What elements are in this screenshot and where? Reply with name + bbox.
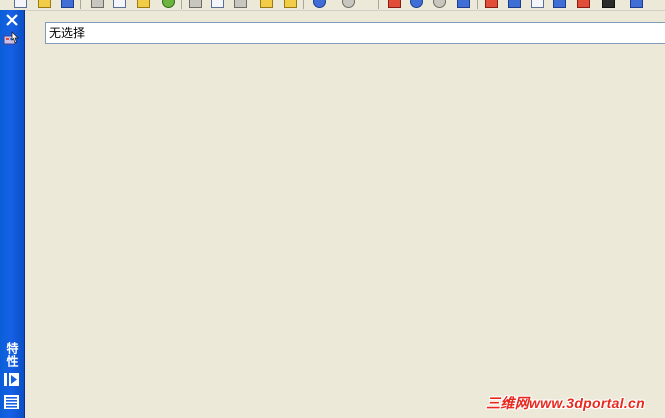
pan-icon[interactable] — [388, 0, 401, 8]
toolbar-separator — [303, 0, 304, 9]
toolbar-separator — [378, 0, 379, 9]
design-center-icon[interactable] — [485, 0, 498, 8]
save-icon[interactable] — [61, 0, 74, 8]
publish-icon[interactable] — [137, 0, 150, 8]
selection-value: 无选择 — [49, 26, 86, 40]
preview-icon[interactable] — [113, 0, 126, 8]
toolbar-separator — [181, 0, 182, 9]
standard-toolbar — [0, 0, 665, 11]
sheet-set-icon[interactable] — [531, 0, 544, 8]
markup-manager-icon[interactable] — [577, 0, 590, 8]
properties-menu-button[interactable] — [3, 394, 20, 410]
close-icon — [5, 13, 18, 26]
copy-icon[interactable] — [211, 0, 224, 8]
autohide-icon — [4, 373, 19, 386]
markup-icon[interactable] — [553, 0, 566, 8]
open-icon[interactable] — [38, 0, 51, 8]
cut-icon[interactable] — [189, 0, 202, 8]
plot-icon[interactable] — [91, 0, 104, 8]
undo-icon[interactable] — [313, 0, 326, 8]
redo-icon[interactable] — [342, 0, 355, 8]
toolbar-separator — [477, 0, 478, 9]
close-button[interactable] — [2, 11, 21, 28]
calculator-icon[interactable] — [602, 0, 615, 8]
help-icon[interactable] — [630, 0, 643, 8]
match-icon[interactable] — [260, 0, 273, 8]
globe-icon[interactable] — [162, 0, 175, 8]
quick-select-icon — [3, 31, 19, 45]
autohide-button[interactable] — [3, 372, 20, 387]
orbit-icon[interactable] — [433, 0, 446, 8]
quick-select-button[interactable] — [2, 30, 21, 47]
zoom-icon[interactable] — [410, 0, 423, 8]
properties-icon[interactable] — [457, 0, 470, 8]
paste-icon[interactable] — [234, 0, 247, 8]
palette-title-bar[interactable]: 特性 — [0, 10, 25, 418]
palette-title: 特性 — [5, 342, 19, 368]
tool-palette-icon[interactable] — [508, 0, 521, 8]
new-icon[interactable] — [14, 0, 27, 8]
watermark: 三维网www.3dportal.cn — [486, 395, 645, 411]
brush-icon[interactable] — [284, 0, 297, 8]
toolbar-separator — [80, 0, 81, 9]
properties-menu-icon — [4, 395, 19, 409]
selection-dropdown[interactable]: 无选择 — [45, 22, 665, 44]
properties-window: 特性 无选择 三维网www.3dportal.cn — [0, 0, 665, 418]
